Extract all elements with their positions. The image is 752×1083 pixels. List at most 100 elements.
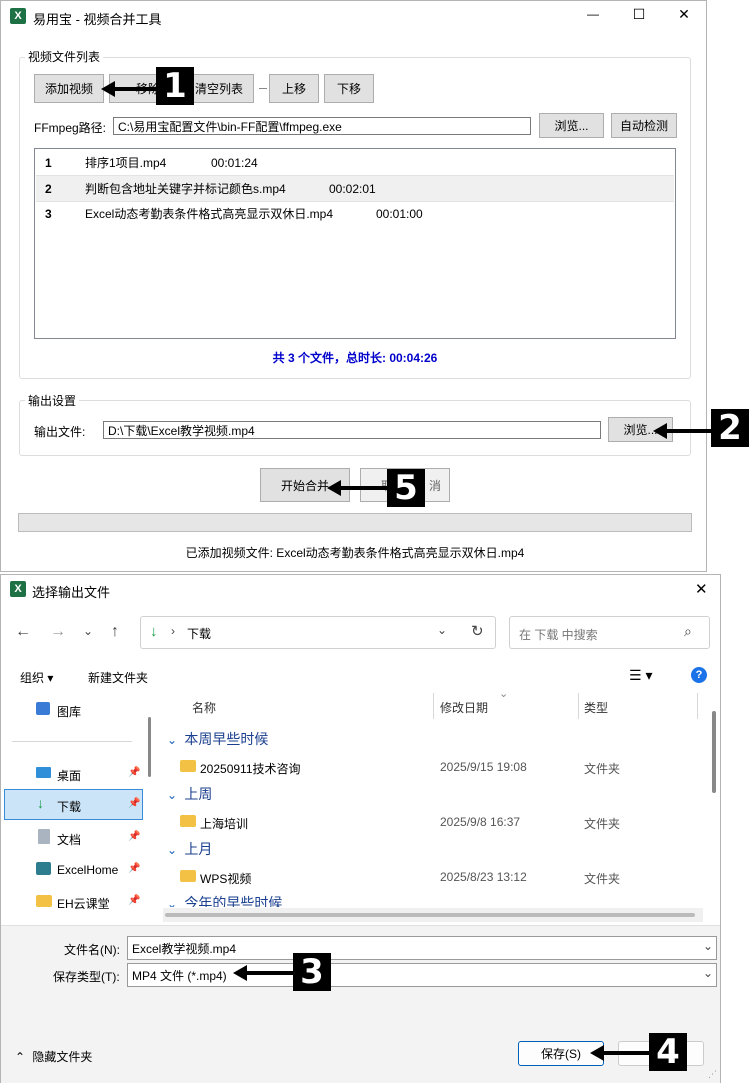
file-index: 1 (45, 155, 52, 170)
list-item[interactable]: 20250911技术咨询 2025/9/15 19:08 文件夹 (161, 756, 706, 778)
folder-date: 2025/9/15 19:08 (440, 760, 527, 774)
pin-icon[interactable]: 📌 (128, 863, 140, 874)
group-header[interactable]: ⌄ 今年的早些时候 (167, 893, 282, 907)
recent-dropdown-icon[interactable]: ⌄ (83, 624, 93, 638)
nav-divider (12, 741, 132, 742)
folder-type: 文件夹 (584, 817, 621, 831)
file-duration: 00:01:24 (211, 155, 258, 170)
filetype-dropdown-icon[interactable]: ⌄ (703, 966, 713, 980)
address-dropdown-icon[interactable]: ⌄ (437, 623, 447, 637)
group-header[interactable]: ⌄ 上月 (167, 839, 212, 859)
ffmpeg-browse-button[interactable]: 浏览... (539, 113, 604, 138)
view-options-icon[interactable]: ☰ ▾ (629, 667, 652, 684)
nav-item-eh-classroom[interactable]: EH云课堂 📌 (11, 891, 141, 913)
horizontal-scrollbar[interactable] (163, 908, 703, 922)
chevron-down-icon: ⌄ (167, 843, 178, 857)
resize-grip-icon[interactable]: ⋰ (708, 1069, 717, 1080)
nav-item-excelhome[interactable]: ExcelHome 📌 (11, 859, 141, 881)
download-icon: ↓ (150, 623, 158, 640)
organize-menu[interactable]: 组织 ▾ (20, 669, 53, 686)
annotation-arrow (339, 486, 389, 490)
folder-icon (36, 895, 52, 907)
move-down-button[interactable]: 下移 (324, 74, 374, 103)
search-icon[interactable]: ⌕ (684, 623, 692, 640)
nav-item-documents[interactable]: 文档 📌 (11, 827, 141, 849)
ffmpeg-path-input[interactable]: C:\易用宝配置文件\bin-FF配置\ffmpeg.exe (113, 117, 531, 135)
folder-type: 文件夹 (584, 872, 621, 886)
column-divider[interactable] (578, 693, 579, 719)
clear-list-button[interactable]: 清空列表 (184, 74, 254, 103)
add-video-button[interactable]: 添加视频 (34, 74, 104, 103)
nav-item-label: 文档 (57, 833, 82, 847)
up-arrow-icon[interactable]: ↑ (111, 623, 119, 641)
list-item[interactable]: WPS视频 2025/8/23 13:12 文件夹 (161, 866, 706, 888)
file-duration: 00:01:00 (376, 206, 423, 221)
list-item[interactable]: 3 Excel动态考勤表条件格式高亮显示双休日.mp4 00:01:00 (36, 201, 674, 226)
folder-date: 2025/9/8 16:37 (440, 815, 521, 829)
vertical-scrollbar[interactable] (712, 711, 716, 793)
dialog-title: 选择输出文件 (32, 585, 111, 600)
column-date[interactable]: 修改日期 (440, 699, 488, 716)
nav-item-desktop[interactable]: 桌面 📌 (11, 763, 141, 785)
file-summary: 共 3 个文件，总时长: 00:04:26 (272, 351, 438, 365)
group-label: 上周 (184, 786, 213, 802)
back-arrow-icon[interactable]: ← (15, 623, 31, 641)
annotation-arrow (113, 87, 158, 91)
move-up-button[interactable]: 上移 (269, 74, 319, 103)
refresh-icon[interactable]: ↻ (471, 622, 484, 640)
group-header[interactable]: ⌄ 上周 (167, 784, 212, 804)
filename-dropdown-icon[interactable]: ⌄ (703, 939, 713, 953)
pin-icon[interactable]: 📌 (128, 798, 140, 809)
list-item[interactable]: 1 排序1项目.mp4 00:01:24 (36, 150, 674, 175)
file-name: Excel动态考勤表条件格式高亮显示双休日.mp4 (85, 207, 334, 221)
chevron-up-icon: ⌃ (15, 1050, 26, 1064)
column-name[interactable]: 名称 (192, 699, 216, 716)
sort-chevron-icon: ⌄ (499, 688, 509, 700)
filetype-select[interactable]: MP4 文件 (*.mp4) (127, 963, 717, 987)
folder-icon (180, 760, 196, 772)
column-divider[interactable] (697, 693, 698, 719)
excel-app-icon: X (10, 581, 26, 597)
column-divider[interactable] (433, 693, 434, 719)
forward-arrow-icon[interactable]: → (50, 623, 66, 641)
network-icon (36, 862, 51, 875)
horizontal-scroll-thumb[interactable] (165, 913, 695, 917)
group-header[interactable]: ⌄ 本周早些时候 (167, 729, 268, 749)
maximize-icon[interactable]: ☐ (627, 6, 651, 23)
save-dialog-window: X 选择输出文件 ✕ ← → ⌄ ↑ ↓ › 下载 ⌄ ↻ 在 下载 中搜索 ⌕… (0, 574, 721, 1083)
nav-item-downloads[interactable]: ↓ 下载 📌 (4, 789, 143, 820)
button-divider (259, 88, 267, 89)
breadcrumb[interactable]: 下载 (187, 625, 211, 642)
help-icon[interactable]: ? (691, 667, 707, 683)
nav-scrollbar[interactable] (148, 717, 151, 777)
search-input[interactable]: 在 下载 中搜索 (519, 626, 598, 643)
pin-icon[interactable]: 📌 (128, 767, 140, 778)
documents-icon (38, 829, 50, 844)
auto-detect-button[interactable]: 自动检测 (611, 113, 677, 138)
nav-item-label: 桌面 (57, 769, 82, 783)
video-file-list[interactable]: 1 排序1项目.mp4 00:01:24 2 判断包含地址关键字并标记颜色s.m… (34, 148, 676, 339)
window-title: 易用宝 - 视频合并工具 (33, 12, 162, 27)
annotation-marker-3: 3 (293, 952, 331, 992)
column-type[interactable]: 类型 (584, 699, 608, 716)
hide-folders-toggle[interactable]: ⌃ 隐藏文件夹 (15, 1048, 92, 1065)
close-icon[interactable]: ✕ (672, 6, 696, 23)
list-item[interactable]: 2 判断包含地址关键字并标记颜色s.mp4 00:02:01 (36, 175, 674, 202)
filename-input[interactable]: Excel教学视频.mp4 (127, 936, 717, 960)
search-box[interactable]: 在 下载 中搜索 ⌕ (509, 616, 710, 649)
new-folder-button[interactable]: 新建文件夹 (88, 669, 148, 686)
nav-item-gallery[interactable]: 图库 (11, 699, 141, 721)
pin-icon[interactable]: 📌 (128, 895, 140, 906)
minimize-icon[interactable]: — (581, 7, 605, 21)
list-item[interactable]: 上海培训 2025/9/8 16:37 文件夹 (161, 811, 706, 833)
pin-icon[interactable]: 📌 (128, 831, 140, 842)
nav-pane: 图库 桌面 📌 ↓ 下载 📌 文档 📌 ExcelHome 📌 EH云课堂 📌 (1, 692, 156, 924)
output-file-input[interactable]: D:\下载\Excel教学视频.mp4 (103, 421, 601, 439)
desktop-icon (36, 767, 51, 778)
dialog-close-icon[interactable]: ✕ (695, 580, 708, 598)
nav-item-label: ExcelHome (57, 863, 119, 877)
cancel-label-tail: 消 (428, 478, 441, 493)
address-bar[interactable]: ↓ › 下载 ⌄ ↻ (140, 616, 496, 649)
gallery-icon (36, 702, 50, 715)
ffmpeg-path-label: FFmpeg路径: (34, 121, 107, 135)
